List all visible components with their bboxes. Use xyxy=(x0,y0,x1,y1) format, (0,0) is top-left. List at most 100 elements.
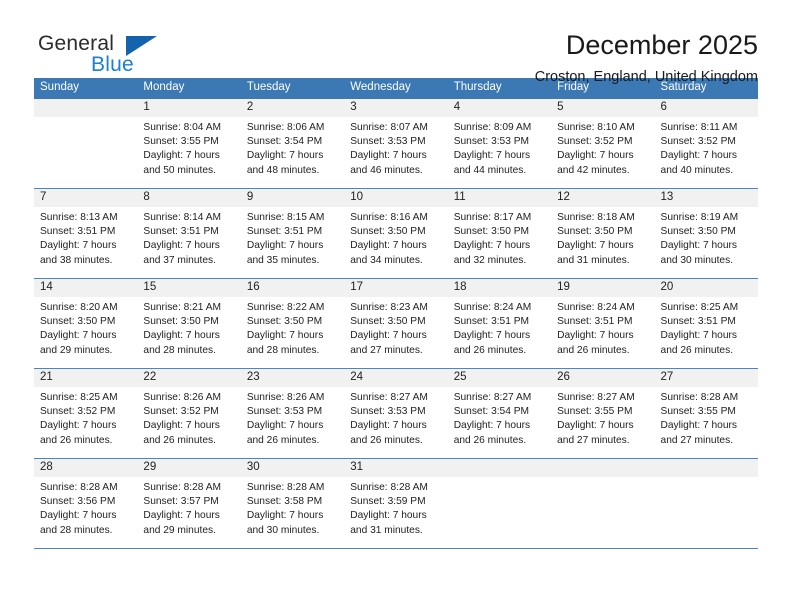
calendar-day-cell[interactable]: 16 Sunrise: 8:22 AM Sunset: 3:50 PM Dayli… xyxy=(240,279,345,368)
calendar-day-cell[interactable]: 23 Sunrise: 8:26 AM Sunset: 3:53 PM Dayli… xyxy=(240,369,345,458)
day-number: 1 xyxy=(137,99,241,117)
day-sun-info: Sunrise: 8:28 AM Sunset: 3:57 PM Dayligh… xyxy=(143,482,222,536)
calendar-day-cell[interactable]: 18 Sunrise: 8:24 AM Sunset: 3:51 PM Dayli… xyxy=(447,279,552,368)
brand-logo[interactable]: General Blue xyxy=(34,28,234,84)
day-number: 3 xyxy=(344,99,448,117)
calendar-day-cell-empty xyxy=(551,459,655,548)
calendar-day-cell[interactable]: 14 Sunrise: 8:20 AM Sunset: 3:50 PM Dayli… xyxy=(34,279,138,368)
day-sun-info: Sunrise: 8:25 AM Sunset: 3:51 PM Dayligh… xyxy=(660,302,739,356)
calendar-day-cell-empty xyxy=(447,459,552,548)
calendar-day-cell[interactable]: 17 Sunrise: 8:23 AM Sunset: 3:50 PM Dayli… xyxy=(344,279,448,368)
day-sun-info: Sunrise: 8:09 AM Sunset: 3:53 PM Dayligh… xyxy=(453,122,532,176)
day-sun-info: Sunrise: 8:21 AM Sunset: 3:50 PM Dayligh… xyxy=(143,302,222,356)
weekday-header-wednesday: Wednesday xyxy=(350,81,411,93)
calendar-day-cell[interactable]: 21 Sunrise: 8:25 AM Sunset: 3:52 PM Dayli… xyxy=(34,369,138,458)
day-sun-info: Sunrise: 8:26 AM Sunset: 3:53 PM Dayligh… xyxy=(246,392,325,446)
calendar-day-cell[interactable]: 15 Sunrise: 8:21 AM Sunset: 3:50 PM Dayli… xyxy=(137,279,241,368)
day-sun-info: Sunrise: 8:19 AM Sunset: 3:50 PM Dayligh… xyxy=(660,212,739,266)
day-number: 16 xyxy=(240,279,345,297)
day-number: 20 xyxy=(654,279,758,297)
calendar-day-cell[interactable]: 10 Sunrise: 8:16 AM Sunset: 3:50 PM Dayli… xyxy=(344,189,448,278)
day-sun-info: Sunrise: 8:28 AM Sunset: 3:59 PM Dayligh… xyxy=(350,482,428,536)
day-sun-info: Sunrise: 8:06 AM Sunset: 3:54 PM Dayligh… xyxy=(246,122,325,176)
day-number: 25 xyxy=(447,369,552,387)
calendar-day-cell[interactable]: 24 Sunrise: 8:27 AM Sunset: 3:53 PM Dayli… xyxy=(344,369,448,458)
day-number: 8 xyxy=(137,189,241,207)
day-sun-info: Sunrise: 8:28 AM Sunset: 3:55 PM Dayligh… xyxy=(660,392,739,446)
day-number: 19 xyxy=(551,279,655,297)
weekday-header-friday: Friday xyxy=(557,81,590,93)
day-sun-info: Sunrise: 8:28 AM Sunset: 3:56 PM Dayligh… xyxy=(40,482,118,536)
calendar-day-cell[interactable]: 20 Sunrise: 8:25 AM Sunset: 3:51 PM Dayli… xyxy=(654,279,758,368)
calendar-day-cell[interactable]: 22 Sunrise: 8:26 AM Sunset: 3:52 PM Dayli… xyxy=(137,369,241,458)
day-number: 6 xyxy=(654,99,758,117)
day-number xyxy=(551,459,655,477)
calendar-day-cell[interactable]: 5 Sunrise: 8:10 AM Sunset: 3:52 PM Daylig… xyxy=(551,99,655,188)
calendar-day-cell[interactable]: 26 Sunrise: 8:27 AM Sunset: 3:55 PM Dayli… xyxy=(551,369,655,458)
day-number xyxy=(654,459,758,477)
weekday-header-tuesday: Tuesday xyxy=(246,81,291,93)
day-sun-info: Sunrise: 8:23 AM Sunset: 3:50 PM Dayligh… xyxy=(350,302,428,356)
calendar-week-row: 28 Sunrise: 8:28 AM Sunset: 3:56 PM Dayli… xyxy=(34,459,758,549)
day-sun-info: Sunrise: 8:14 AM Sunset: 3:51 PM Dayligh… xyxy=(143,212,222,266)
day-sun-info: Sunrise: 8:27 AM Sunset: 3:54 PM Dayligh… xyxy=(453,392,532,446)
page-header: General Blue December 2025 Croston, Engl… xyxy=(34,0,758,85)
day-number xyxy=(34,99,138,117)
day-sun-info: Sunrise: 8:22 AM Sunset: 3:50 PM Dayligh… xyxy=(246,302,325,356)
calendar-table: Sunday Monday Tuesday Wednesday Thursday Frid… xyxy=(34,78,758,549)
calendar-day-cell[interactable]: 13 Sunrise: 8:19 AM Sunset: 3:50 PM Dayli… xyxy=(654,189,758,278)
day-number: 13 xyxy=(654,189,758,207)
calendar-day-cell[interactable]: 11 Sunrise: 8:17 AM Sunset: 3:50 PM Dayli… xyxy=(447,189,552,278)
calendar-day-cell[interactable]: 1 Sunrise: 8:04 AM Sunset: 3:55 PM Daylig… xyxy=(137,99,241,188)
day-sun-info: Sunrise: 8:17 AM Sunset: 3:50 PM Dayligh… xyxy=(453,212,532,266)
calendar-day-cell[interactable]: 31 Sunrise: 8:28 AM Sunset: 3:59 PM Dayli… xyxy=(344,459,448,548)
day-sun-info: Sunrise: 8:16 AM Sunset: 3:50 PM Dayligh… xyxy=(350,212,428,266)
day-number: 10 xyxy=(344,189,448,207)
calendar-day-cell[interactable]: 9 Sunrise: 8:15 AM Sunset: 3:51 PM Daylig… xyxy=(240,189,345,278)
calendar-day-cell[interactable]: 27 Sunrise: 8:28 AM Sunset: 3:55 PM Dayli… xyxy=(654,369,758,458)
calendar-day-cell[interactable]: 8 Sunrise: 8:14 AM Sunset: 3:51 PM Daylig… xyxy=(137,189,241,278)
calendar-day-cell-empty xyxy=(654,459,758,548)
calendar-day-cell[interactable]: 4 Sunrise: 8:09 AM Sunset: 3:53 PM Daylig… xyxy=(447,99,552,188)
day-sun-info: Sunrise: 8:24 AM Sunset: 3:51 PM Dayligh… xyxy=(557,302,635,356)
calendar-day-cell[interactable]: 29 Sunrise: 8:28 AM Sunset: 3:57 PM Dayli… xyxy=(137,459,241,548)
page-title: December 2025 xyxy=(565,30,758,60)
day-sun-info: Sunrise: 8:28 AM Sunset: 3:58 PM Dayligh… xyxy=(246,482,325,536)
day-number: 18 xyxy=(447,279,552,297)
day-sun-info: Sunrise: 8:11 AM Sunset: 3:52 PM Dayligh… xyxy=(660,122,738,176)
calendar-day-cell[interactable]: 19 Sunrise: 8:24 AM Sunset: 3:51 PM Dayli… xyxy=(551,279,655,368)
day-number: 24 xyxy=(344,369,448,387)
calendar-day-cell[interactable]: 7 Sunrise: 8:13 AM Sunset: 3:51 PM Daylig… xyxy=(34,189,138,278)
calendar-day-cell[interactable]: 30 Sunrise: 8:28 AM Sunset: 3:58 PM Dayli… xyxy=(240,459,345,548)
day-sun-info: Sunrise: 8:13 AM Sunset: 3:51 PM Dayligh… xyxy=(40,212,118,266)
day-number: 26 xyxy=(551,369,655,387)
day-number: 5 xyxy=(551,99,655,117)
day-number: 17 xyxy=(344,279,448,297)
weekday-header-saturday: Saturday xyxy=(660,81,707,93)
calendar-day-cell[interactable]: 3 Sunrise: 8:07 AM Sunset: 3:53 PM Daylig… xyxy=(344,99,448,188)
day-sun-info: Sunrise: 8:10 AM Sunset: 3:52 PM Dayligh… xyxy=(557,122,635,176)
day-number: 30 xyxy=(240,459,345,477)
calendar-page: General Blue December 2025 Croston, Engl… xyxy=(0,0,792,612)
calendar-day-cell[interactable]: 28 Sunrise: 8:28 AM Sunset: 3:56 PM Dayli… xyxy=(34,459,138,548)
day-sun-info: Sunrise: 8:25 AM Sunset: 3:52 PM Dayligh… xyxy=(40,392,118,446)
weekday-header-thursday: Thursday xyxy=(453,81,502,93)
day-number: 21 xyxy=(34,369,138,387)
calendar-day-cell[interactable]: 25 Sunrise: 8:27 AM Sunset: 3:54 PM Dayli… xyxy=(447,369,552,458)
day-number: 22 xyxy=(137,369,241,387)
calendar-day-cell-empty xyxy=(34,99,138,188)
calendar-day-cell[interactable]: 12 Sunrise: 8:18 AM Sunset: 3:50 PM Dayli… xyxy=(551,189,655,278)
brand-name-blue: Blue xyxy=(91,53,134,76)
day-sun-info: Sunrise: 8:07 AM Sunset: 3:53 PM Dayligh… xyxy=(350,122,428,176)
day-sun-info: Sunrise: 8:27 AM Sunset: 3:55 PM Dayligh… xyxy=(557,392,635,446)
day-number: 28 xyxy=(34,459,138,477)
day-sun-info: Sunrise: 8:20 AM Sunset: 3:50 PM Dayligh… xyxy=(40,302,118,356)
calendar-day-cell[interactable]: 6 Sunrise: 8:11 AM Sunset: 3:52 PM Daylig… xyxy=(654,99,758,188)
day-number: 31 xyxy=(344,459,448,477)
day-sun-info: Sunrise: 8:18 AM Sunset: 3:50 PM Dayligh… xyxy=(557,212,635,266)
calendar-day-cell[interactable]: 2 Sunrise: 8:06 AM Sunset: 3:54 PM Daylig… xyxy=(240,99,345,188)
calendar-week-row: 1 Sunrise: 8:04 AM Sunset: 3:55 PM Daylig… xyxy=(34,99,758,189)
day-number: 29 xyxy=(137,459,241,477)
day-number: 23 xyxy=(240,369,345,387)
calendar-body: 1 Sunrise: 8:04 AM Sunset: 3:55 PM Daylig… xyxy=(34,99,758,549)
